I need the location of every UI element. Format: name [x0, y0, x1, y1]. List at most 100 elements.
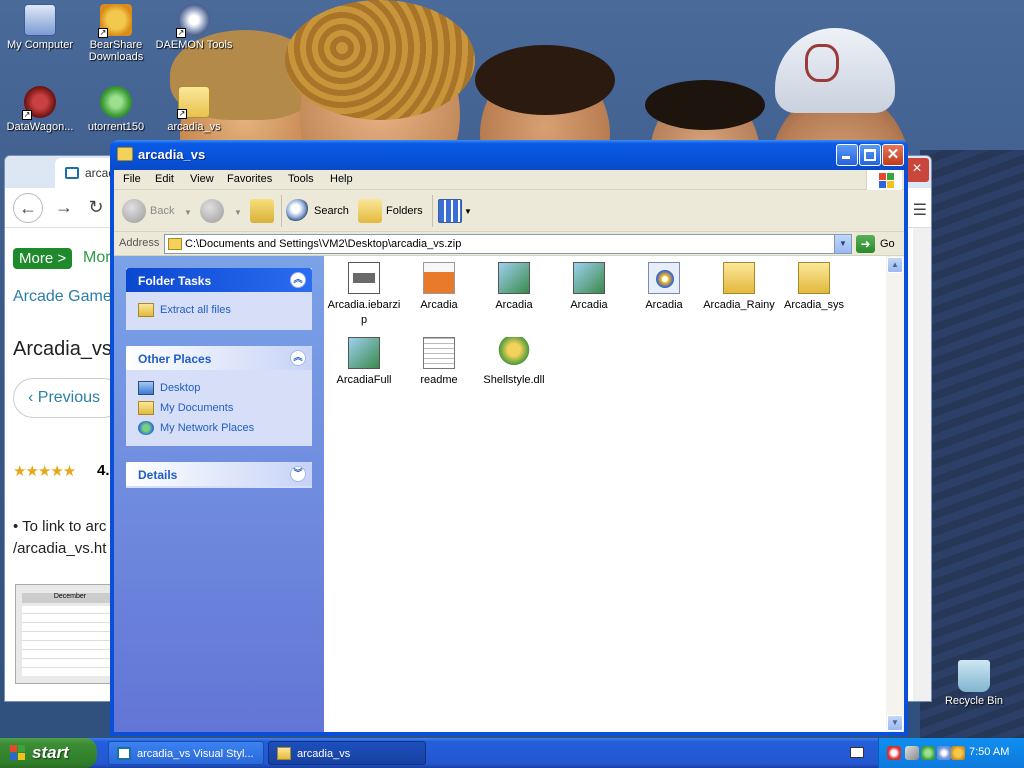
browser-close-icon[interactable]: × [905, 158, 929, 182]
reload-icon[interactable]: ↻ [81, 193, 111, 223]
bearshare-tray-icon[interactable] [951, 746, 965, 760]
menu-view[interactable]: View [190, 173, 214, 185]
menu-file[interactable]: File [123, 173, 141, 185]
menu-edit[interactable]: Edit [155, 173, 174, 185]
toolbar-separator [432, 195, 433, 227]
folder-tasks-header[interactable]: Folder Tasks ︽ [126, 268, 312, 292]
file-item[interactable]: ArcadiaFull [326, 337, 402, 388]
details-group: Details ︾ [126, 462, 312, 488]
browser-icon [117, 747, 131, 760]
system-tray: 7:50 AM [878, 738, 1024, 768]
forward-dropdown-icon[interactable]: ▼ [234, 208, 242, 217]
desktop-icon-bearshare[interactable]: ↗ BearShare Downloads [76, 4, 156, 63]
back-button[interactable]: Back [122, 197, 192, 225]
volume-tray-icon[interactable] [937, 746, 951, 760]
file-name: Arcadia [495, 299, 533, 311]
details-header[interactable]: Details ︾ [126, 462, 312, 486]
address-value: C:\Documents and Settings\VM2\Desktop\ar… [185, 238, 462, 250]
start-button[interactable]: start [0, 738, 97, 768]
more-button[interactable]: More > [13, 248, 73, 269]
network-places-label: My Network Places [160, 422, 255, 434]
file-item[interactable]: Arcadia_Rainy [701, 262, 777, 313]
image-file-icon [573, 262, 605, 294]
forward-arrow-icon[interactable]: → [49, 193, 79, 223]
desktop-icon-arcadia-vs[interactable]: ↗ arcadia_vs [154, 86, 234, 133]
media-file-icon [648, 262, 680, 294]
back-dropdown-icon[interactable]: ▼ [184, 208, 192, 217]
address-input[interactable]: C:\Documents and Settings\VM2\Desktop\ar… [164, 234, 852, 254]
close-button[interactable]: ✕ [882, 144, 904, 166]
file-name: Arcadia [570, 299, 608, 311]
menu-favorites[interactable]: Favorites [227, 173, 272, 185]
datawagon-icon: ↗ [22, 86, 56, 120]
desktop-icon-utorrent[interactable]: utorrent150 [76, 86, 156, 133]
collapse-chevron-icon[interactable]: ︽ [290, 272, 306, 288]
address-dropdown-icon[interactable]: ▼ [834, 235, 851, 253]
expand-chevron-icon[interactable]: ︾ [290, 466, 306, 482]
file-item[interactable]: Arcadia [401, 262, 477, 313]
breadcrumb-link[interactable]: Arcade Game [13, 288, 112, 306]
link-instructions: • To link to arc [13, 518, 107, 535]
hamburger-menu-icon[interactable]: ☰ [913, 200, 927, 220]
network-tray-icon[interactable] [905, 746, 919, 760]
image-file-icon [498, 262, 530, 294]
extract-all-files-label: Extract all files [160, 304, 231, 316]
taskbar-item-label: arcadia_vs [297, 748, 351, 760]
zip-folder-icon [798, 262, 830, 294]
taskbar-item-browser[interactable]: arcadia_vs Visual Styl... [108, 741, 264, 765]
desktop-icon-daemon-tools[interactable]: ↗ DAEMON Tools [154, 4, 234, 51]
page-favicon-icon [65, 167, 79, 179]
file-item[interactable]: Arcadia [551, 262, 627, 313]
back-arrow-icon[interactable]: ← [13, 193, 43, 223]
daemon-tray-icon[interactable] [887, 746, 901, 760]
explorer-window[interactable]: arcadia_vs ✕ File Edit View Favorites To… [110, 140, 908, 736]
desktop-icon-my-computer[interactable]: My Computer [0, 4, 80, 51]
scroll-up-icon[interactable]: ▲ [887, 257, 903, 273]
folder-tasks-title: Folder Tasks [138, 274, 212, 288]
daemon-tools-icon: ↗ [176, 4, 210, 38]
file-item[interactable]: Arcadia [476, 262, 552, 313]
views-dropdown-icon: ▼ [464, 207, 472, 216]
file-item[interactable]: Arcadia.iebarzip [326, 262, 402, 328]
views-button[interactable]: ▼ [438, 197, 472, 225]
zip-folder-icon [723, 262, 755, 294]
file-item[interactable]: Arcadia [626, 262, 702, 313]
maximize-button[interactable] [859, 144, 881, 166]
desktop-icon-label: BearShare Downloads [88, 39, 144, 63]
folders-button[interactable]: Folders [358, 197, 428, 225]
my-documents-label: My Documents [160, 402, 234, 414]
file-view[interactable]: Arcadia.iebarzip Arcadia Arcadia Arcadia… [324, 256, 886, 732]
more-link[interactable]: Mor [83, 249, 111, 267]
standard-toolbar: Back ▼ ▼ Search Folders ▼ [114, 190, 904, 232]
file-item[interactable]: Arcadia_sys [776, 262, 852, 313]
menu-tools[interactable]: Tools [288, 173, 314, 185]
scroll-down-icon[interactable]: ▼ [887, 715, 903, 731]
file-view-scrollbar[interactable]: ▲ ▼ [886, 256, 904, 732]
file-name: Arcadia.iebarzip [327, 299, 401, 326]
bitmap-file-icon [348, 262, 380, 294]
up-folder-button[interactable] [250, 197, 276, 225]
desktop-icon-datawagon[interactable]: ↗ DataWagon... [0, 86, 80, 133]
taskbar-item-explorer[interactable]: arcadia_vs [268, 741, 426, 765]
file-item[interactable]: Shellstyle.dll [476, 337, 552, 388]
browser-scrollbar[interactable] [913, 228, 931, 701]
search-button[interactable]: Search [286, 197, 352, 225]
file-item[interactable]: readme [401, 337, 477, 388]
page-title: Arcadia_vs [13, 338, 112, 360]
desktop-icon-recycle-bin[interactable]: Recycle Bin [934, 660, 1014, 707]
utorrent-tray-icon[interactable] [921, 746, 935, 760]
file-name: Shellstyle.dll [483, 374, 545, 386]
menu-help[interactable]: Help [330, 173, 353, 185]
other-places-header[interactable]: Other Places ︽ [126, 346, 312, 370]
views-icon [438, 199, 462, 223]
clock[interactable]: 7:50 AM [969, 746, 1009, 758]
explorer-title-bar[interactable]: arcadia_vs ✕ [110, 140, 908, 170]
keyboard-icon[interactable] [850, 747, 864, 758]
previous-button[interactable]: ‹ Previous [13, 378, 123, 418]
file-name: readme [420, 374, 458, 386]
minimize-button[interactable] [836, 144, 858, 166]
screenshot-thumbnail[interactable]: December [15, 584, 125, 684]
file-name: Arcadia [420, 299, 458, 311]
collapse-chevron-icon[interactable]: ︽ [290, 350, 306, 366]
file-name: Arcadia [645, 299, 683, 311]
